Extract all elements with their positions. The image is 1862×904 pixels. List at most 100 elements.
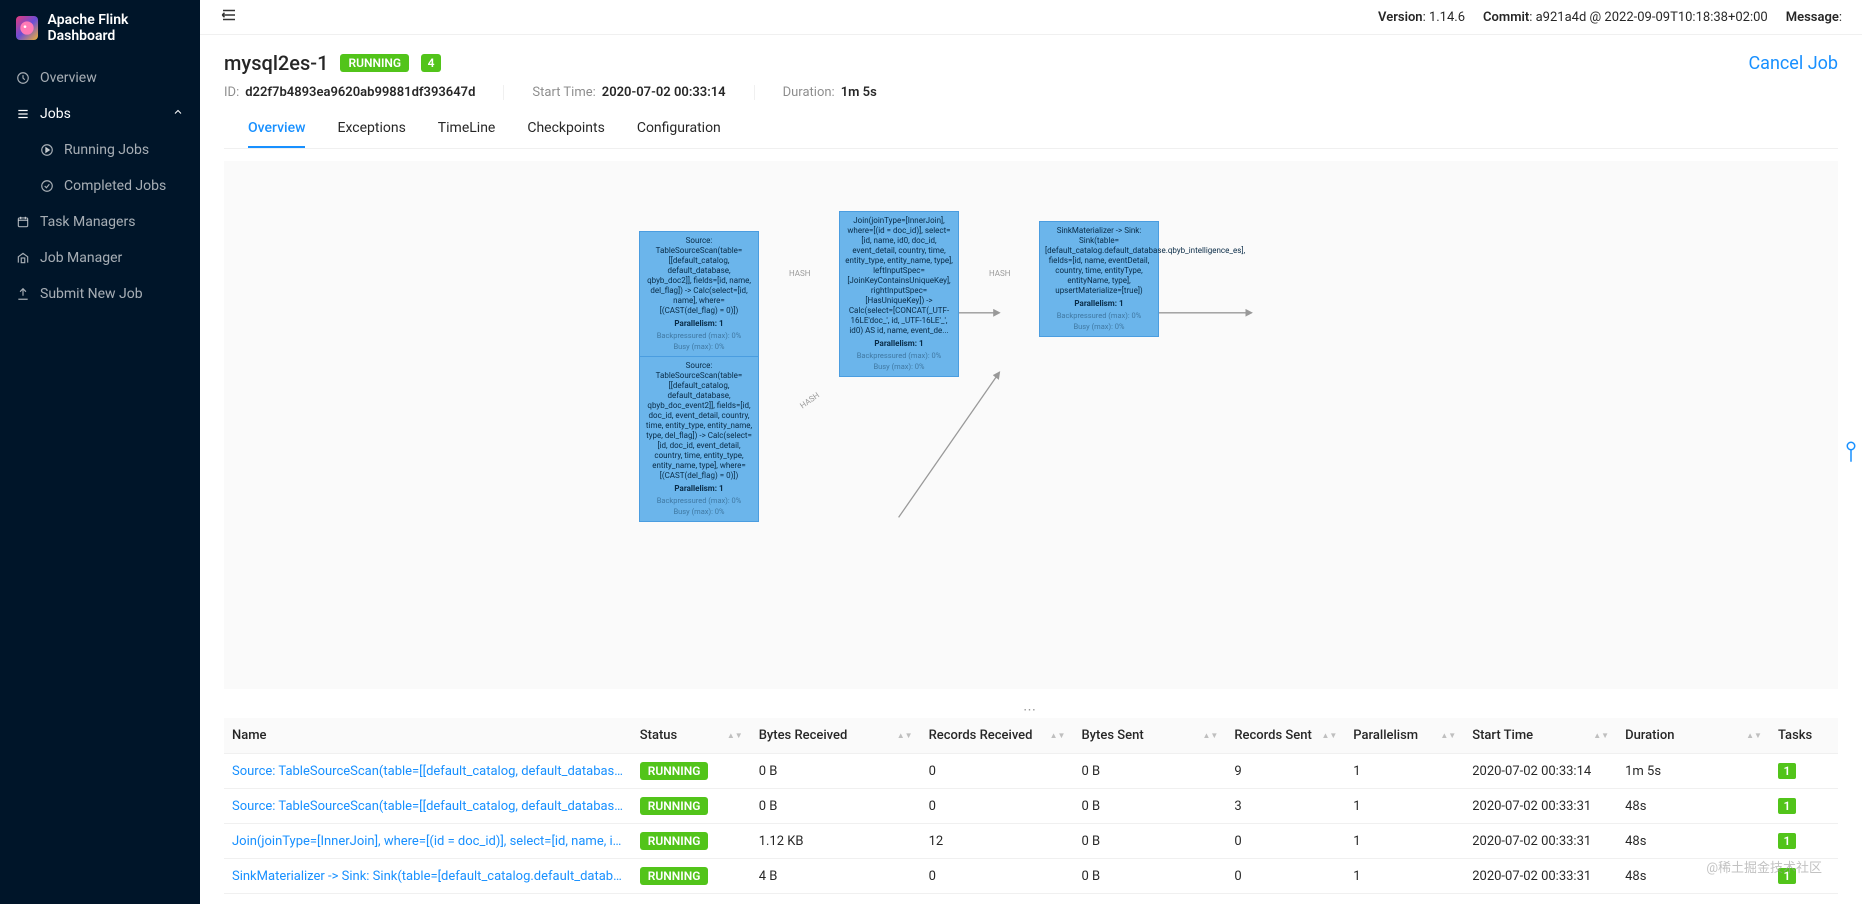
- cell-parallelism: 1: [1345, 859, 1464, 894]
- node-busy: Busy (max): 0%: [845, 362, 953, 371]
- cell-bytes-sent: 0 B: [1073, 824, 1226, 859]
- cell-records-received: 0: [921, 859, 1074, 894]
- th-records-received[interactable]: Records Received▲▼: [921, 718, 1074, 754]
- job-tabs: Overview Exceptions TimeLine Checkpoints…: [224, 110, 1838, 149]
- th-duration[interactable]: Duration▲▼: [1617, 718, 1770, 754]
- cell-records-sent: 3: [1226, 789, 1345, 824]
- th-start-time[interactable]: Start Time▲▼: [1464, 718, 1617, 754]
- graph-node-sink[interactable]: SinkMaterializer -> Sink: Sink(table=[de…: [1039, 221, 1159, 337]
- th-bytes-sent[interactable]: Bytes Sent▲▼: [1073, 718, 1226, 754]
- edge-label: HASH: [798, 391, 821, 411]
- graph-node-join[interactable]: Join(joinType=[InnerJoin], where=[(id = …: [839, 211, 959, 377]
- cell-start-time: 2020-07-02 00:33:14: [1464, 754, 1617, 789]
- node-backpressure: Backpressured (max): 0%: [1045, 311, 1153, 320]
- cell-records-sent: 0: [1226, 824, 1345, 859]
- message-info: Message:: [1786, 10, 1842, 25]
- tab-checkpoints[interactable]: Checkpoints: [527, 110, 604, 148]
- sidebar-label: Jobs: [40, 106, 71, 122]
- sidebar-item-overview[interactable]: Overview: [0, 60, 200, 96]
- node-backpressure: Backpressured (max): 0%: [845, 351, 953, 360]
- sidebar-item-jobs[interactable]: Jobs: [0, 96, 200, 132]
- sidebar-item-job-manager[interactable]: Job Manager: [0, 240, 200, 276]
- task-status: RUNNING: [632, 824, 751, 859]
- version-info: Version: 1.14.6: [1378, 10, 1465, 25]
- job-duration: Duration1m 5s: [783, 85, 877, 100]
- sidebar-item-submit-new-job[interactable]: Submit New Job: [0, 276, 200, 312]
- cell-bytes-received: 4 B: [751, 859, 921, 894]
- th-status[interactable]: Status▲▼: [632, 718, 751, 754]
- cell-parallelism: 1: [1345, 754, 1464, 789]
- tab-timeline[interactable]: TimeLine: [438, 110, 496, 148]
- node-backpressure: Backpressured (max): 0%: [645, 496, 753, 505]
- graph-node-source1[interactable]: Source: TableSourceScan(table=[[default_…: [639, 231, 759, 357]
- th-tasks[interactable]: Tasks: [1770, 718, 1838, 754]
- sidebar-item-running-jobs[interactable]: Running Jobs: [0, 132, 200, 168]
- job-title: mysql2es-1: [224, 51, 328, 75]
- cell-duration: 48s: [1617, 824, 1770, 859]
- table-row[interactable]: Source: TableSourceScan(table=[[default_…: [224, 754, 1838, 789]
- task-status: RUNNING: [632, 754, 751, 789]
- cell-records-sent: 0: [1226, 859, 1345, 894]
- th-bytes-received[interactable]: Bytes Received▲▼: [751, 718, 921, 754]
- sort-icon[interactable]: ▲▼: [1321, 732, 1337, 740]
- task-status: RUNNING: [632, 859, 751, 894]
- node-busy: Busy (max): 0%: [1045, 322, 1153, 331]
- task-name[interactable]: Join(joinType=[InnerJoin], where=[(id = …: [224, 824, 632, 859]
- cell-records-sent: 9: [1226, 754, 1345, 789]
- sort-icon[interactable]: ▲▼: [727, 732, 743, 740]
- check-circle-icon: [40, 179, 54, 193]
- sort-icon[interactable]: ▲▼: [1203, 732, 1219, 740]
- cell-start-time: 2020-07-02 00:33:31: [1464, 859, 1617, 894]
- node-text: SinkMaterializer -> Sink: Sink(table=[de…: [1045, 226, 1153, 296]
- flink-logo-icon: [16, 16, 38, 40]
- tab-overview[interactable]: Overview: [248, 110, 305, 148]
- sidebar-item-task-managers[interactable]: Task Managers: [0, 204, 200, 240]
- cell-bytes-sent: 0 B: [1073, 754, 1226, 789]
- th-records-sent[interactable]: Records Sent▲▼: [1226, 718, 1345, 754]
- menu-fold-icon[interactable]: [220, 6, 238, 28]
- cell-records-received: 12: [921, 824, 1074, 859]
- sidebar-item-completed-jobs[interactable]: Completed Jobs: [0, 168, 200, 204]
- task-name[interactable]: Source: TableSourceScan(table=[[default_…: [224, 754, 632, 789]
- sidebar-label: Running Jobs: [64, 142, 149, 158]
- expand-handle[interactable]: ⋯: [200, 703, 1862, 718]
- sidebar-label: Job Manager: [40, 250, 122, 266]
- graph-node-source2[interactable]: Source: TableSourceScan(table=[[default_…: [639, 356, 759, 522]
- job-graph[interactable]: Source: TableSourceScan(table=[[default_…: [224, 161, 1838, 689]
- node-text: Source: TableSourceScan(table=[[default_…: [645, 236, 753, 316]
- topbar: Version: 1.14.6 Commit: a921a4d @ 2022-0…: [200, 0, 1862, 35]
- sidebar-header: Apache Flink Dashboard: [0, 0, 200, 56]
- side-pin-icon[interactable]: [1840, 432, 1862, 472]
- sidebar-label: Submit New Job: [40, 286, 143, 302]
- cell-bytes-sent: 0 B: [1073, 859, 1226, 894]
- task-name[interactable]: SinkMaterializer -> Sink: Sink(table=[de…: [224, 859, 632, 894]
- cell-start-time: 2020-07-02 00:33:31: [1464, 789, 1617, 824]
- th-name[interactable]: Name: [224, 718, 632, 754]
- edge-label: HASH: [989, 269, 1010, 278]
- sidebar-label: Overview: [40, 70, 97, 86]
- sort-icon[interactable]: ▲▼: [1440, 732, 1456, 740]
- sort-icon[interactable]: ▲▼: [1746, 732, 1762, 740]
- cell-tasks: 1: [1770, 754, 1838, 789]
- table-row[interactable]: Join(joinType=[InnerJoin], where=[(id = …: [224, 824, 1838, 859]
- table-row[interactable]: Source: TableSourceScan(table=[[default_…: [224, 789, 1838, 824]
- cell-bytes-received: 1.12 KB: [751, 824, 921, 859]
- task-name[interactable]: Source: TableSourceScan(table=[[default_…: [224, 789, 632, 824]
- sort-icon[interactable]: ▲▼: [897, 732, 913, 740]
- cell-bytes-received: 0 B: [751, 754, 921, 789]
- cancel-job-button[interactable]: Cancel Job: [1748, 53, 1838, 74]
- sort-icon[interactable]: ▲▼: [1050, 732, 1066, 740]
- table-row[interactable]: SinkMaterializer -> Sink: Sink(table=[de…: [224, 859, 1838, 894]
- tab-exceptions[interactable]: Exceptions: [337, 110, 405, 148]
- build-icon: [16, 251, 30, 265]
- cell-duration: 48s: [1617, 789, 1770, 824]
- th-parallelism[interactable]: Parallelism▲▼: [1345, 718, 1464, 754]
- sort-icon[interactable]: ▲▼: [1593, 732, 1609, 740]
- play-circle-icon: [40, 143, 54, 157]
- node-parallelism: Parallelism: 1: [645, 484, 753, 494]
- chevron-up-icon: [172, 106, 184, 122]
- job-id: IDd22f7b4893ea9620ab99881df393647d: [224, 85, 475, 100]
- tab-configuration[interactable]: Configuration: [637, 110, 721, 148]
- bars-icon: [16, 107, 30, 121]
- sidebar-label: Task Managers: [40, 214, 135, 230]
